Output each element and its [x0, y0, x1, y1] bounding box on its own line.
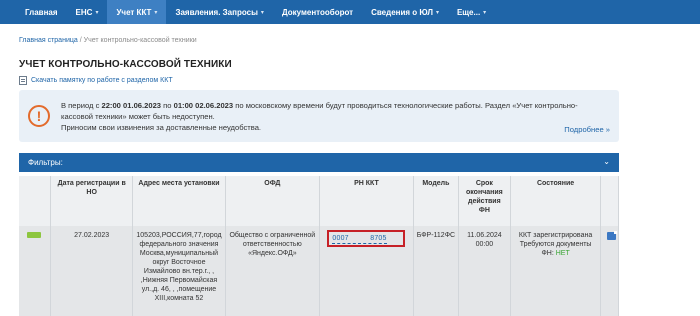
nav-item-2[interactable]: Учет ККТ ▾ [107, 0, 167, 24]
maintenance-notice: ! В период с 22:00 01.06.2023 по 01:00 0… [19, 90, 619, 142]
download-memo-link[interactable]: Скачать памятку по работе с разделом ККТ [19, 76, 173, 85]
nav-item-label: Главная [25, 7, 58, 17]
fn-end-cell: 11.06.2024 00:00 [458, 226, 511, 316]
state-cell: ККТ зарегистрирована Требуются документы… [510, 226, 602, 316]
state-registered: ККТ зарегистрирована [518, 232, 593, 239]
rn-cell: 0007 8705 [319, 226, 414, 316]
col-reg-date[interactable]: Дата регистрации в НО [50, 176, 134, 226]
col-model[interactable]: Модель [413, 176, 460, 226]
nav-item-label: Еще... [456, 7, 481, 17]
caret-down-icon: ▾ [435, 9, 439, 16]
nav-item-0[interactable]: Главная [16, 0, 67, 24]
caret-down-icon: ▾ [95, 9, 99, 16]
edit-icon[interactable] [607, 231, 617, 240]
caret-down-icon: ▾ [260, 9, 264, 16]
address-cell: 105203,РОССИЯ,77,город федерального знач… [132, 226, 226, 316]
breadcrumb-separator: / [79, 37, 82, 44]
filters-bar[interactable]: Фильтры: ⌄ [19, 153, 619, 172]
nav-item-label: Документооборот [281, 7, 354, 17]
status-cell [19, 226, 51, 316]
rn-highlight-box[interactable]: 0007 8705 [327, 230, 406, 247]
state-docs-required: Требуются документы [519, 241, 592, 248]
nav-item-label: Заявления. Запросы [175, 7, 258, 17]
rn-part2: 8705 [370, 235, 387, 242]
nav-item-3[interactable]: Заявления. Запросы ▾ [166, 0, 273, 24]
model-cell: БФР-112ФС [413, 226, 460, 316]
notice-from: 22:00 01.06.2023 [101, 101, 162, 110]
nav-item-4[interactable]: Документооборот [273, 0, 362, 24]
kkt-table: Дата регистрации в НО Адрес места устано… [19, 176, 619, 316]
table-header-row: Дата регистрации в НО Адрес места устано… [19, 176, 619, 226]
col-address[interactable]: Адрес места установки [132, 176, 226, 226]
filters-label: Фильтры: [28, 158, 63, 167]
page-title: УЧЕТ КОНТРОЛЬНО-КАССОВОЙ ТЕХНИКИ [19, 59, 232, 70]
nav-item-1[interactable]: ЕНС ▾ [67, 0, 108, 24]
notice-to: 01:00 02.06.2023 [173, 101, 234, 110]
notice-more-link[interactable]: Подробнее » [564, 125, 610, 134]
caret-down-icon: ▾ [154, 9, 158, 16]
col-status [19, 176, 51, 226]
reg-date-cell: 27.02.2023 [50, 226, 134, 316]
document-icon [19, 76, 27, 85]
top-navigation: Главная ЕНС ▾ Учет ККТ ▾ Заявления. Запросы ▾ Д… [0, 0, 700, 24]
state-fn-label: ФН: [541, 250, 556, 257]
col-fn-end[interactable]: Срок окончания действия ФН [458, 176, 511, 226]
state-fn-value: НЕТ [555, 250, 570, 257]
nav-item-6[interactable]: Еще... ▾ [448, 0, 495, 24]
nav-item-label: ЕНС [75, 7, 93, 17]
ofd-cell: Общество с ограниченной ответственностью… [225, 226, 321, 316]
rn-part1: 0007 [332, 235, 349, 242]
table-row[interactable]: 27.02.2023 105203,РОССИЯ,77,город федера… [19, 226, 619, 316]
col-actions [600, 176, 619, 226]
download-memo-label[interactable]: Скачать памятку по работе с разделом ККТ [31, 77, 173, 84]
notice-text: В период с 22:00 01.06.2023 по 01:00 02.… [61, 100, 581, 133]
chevron-down-icon[interactable]: ⌄ [603, 157, 610, 166]
status-indicator [27, 232, 42, 238]
breadcrumb-home-link[interactable]: Главная страница [19, 37, 78, 44]
notice-prefix: В период с [61, 101, 102, 110]
nav-item-label: Сведения о ЮЛ [371, 7, 433, 17]
col-ofd[interactable]: ОФД [225, 176, 321, 226]
caret-down-icon: ▾ [483, 9, 487, 16]
exclamation-icon: ! [28, 105, 50, 127]
col-rn-kkt[interactable]: РН ККТ [319, 176, 414, 226]
nav-item-label: Учет ККТ [116, 7, 152, 17]
col-state[interactable]: Состояние [510, 176, 602, 226]
notice-apology: Приносим свои извинения за доставленные … [61, 123, 262, 132]
nav-item-5[interactable]: Сведения о ЮЛ ▾ [362, 0, 448, 24]
rn-link[interactable]: 0007 8705 [332, 235, 387, 244]
breadcrumb-current: Учет контрольно-кассовой техники [83, 37, 197, 44]
breadcrumb: Главная страница / Учет контрольно-кассо… [19, 37, 197, 44]
notice-mid: по [161, 101, 174, 110]
